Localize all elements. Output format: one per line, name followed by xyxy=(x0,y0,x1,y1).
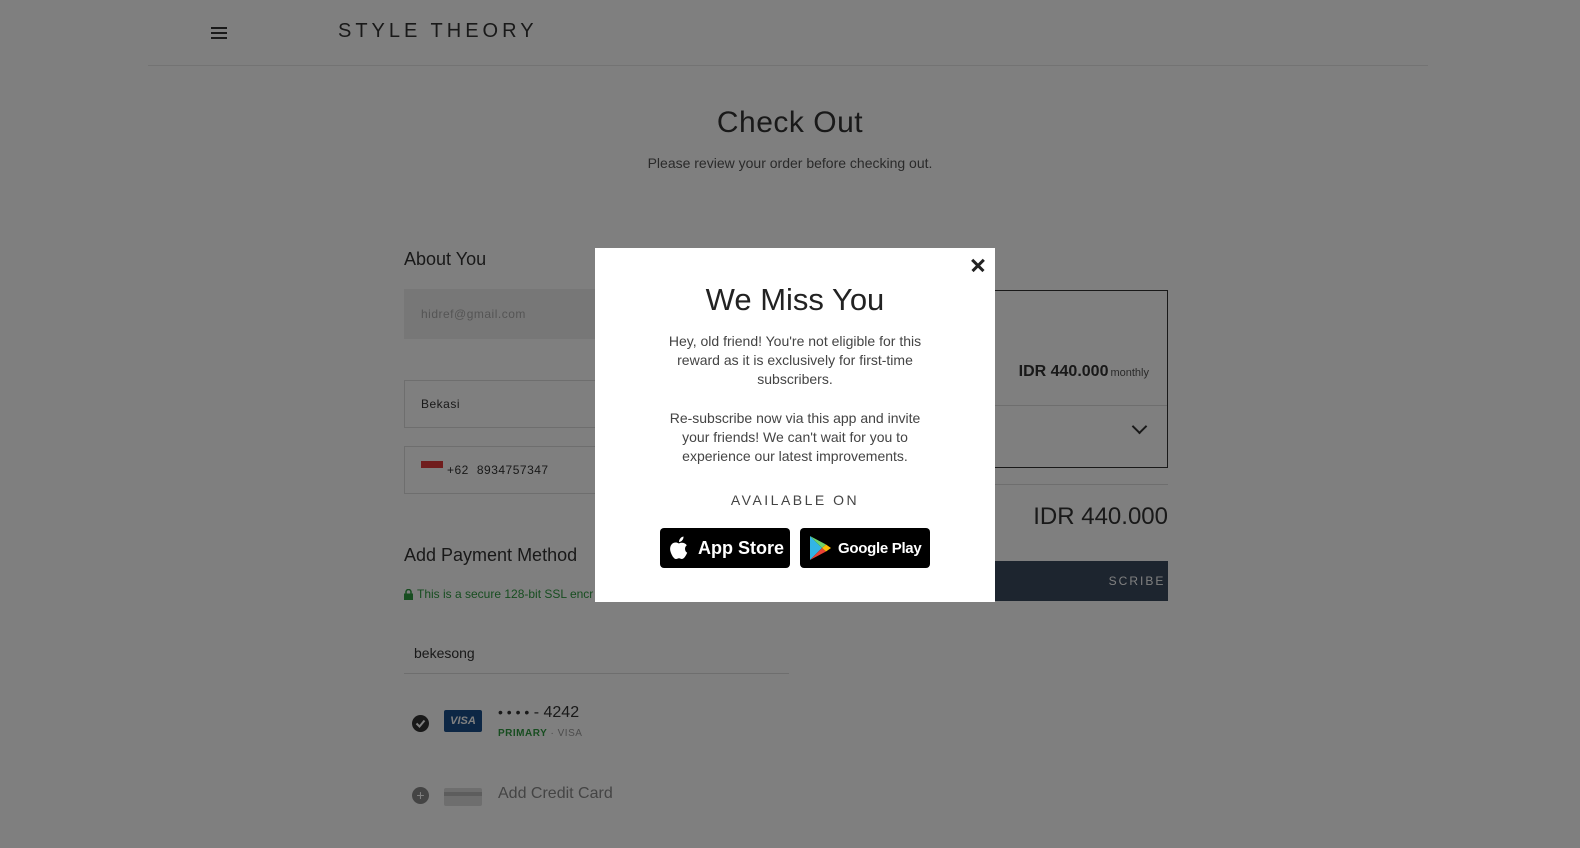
google-play-label: Google Play xyxy=(838,539,922,557)
we-miss-you-modal: We Miss You Hey, old friend! You're not … xyxy=(595,248,995,602)
modal-title: We Miss You xyxy=(705,282,885,317)
close-icon[interactable] xyxy=(967,254,989,276)
app-store-label: App Store xyxy=(698,537,785,558)
apple-icon xyxy=(670,536,688,559)
app-store-button[interactable]: App Store xyxy=(660,528,790,568)
available-on-label: AVAILABLE ON xyxy=(730,492,860,508)
modal-message-resubscribe: Re-subscribe now via this app and invite… xyxy=(669,410,921,464)
google-play-icon xyxy=(810,536,831,560)
google-play-button[interactable]: Google Play xyxy=(800,528,930,568)
modal-message-eligibility: Hey, old friend! You're not eligible for… xyxy=(668,333,922,387)
